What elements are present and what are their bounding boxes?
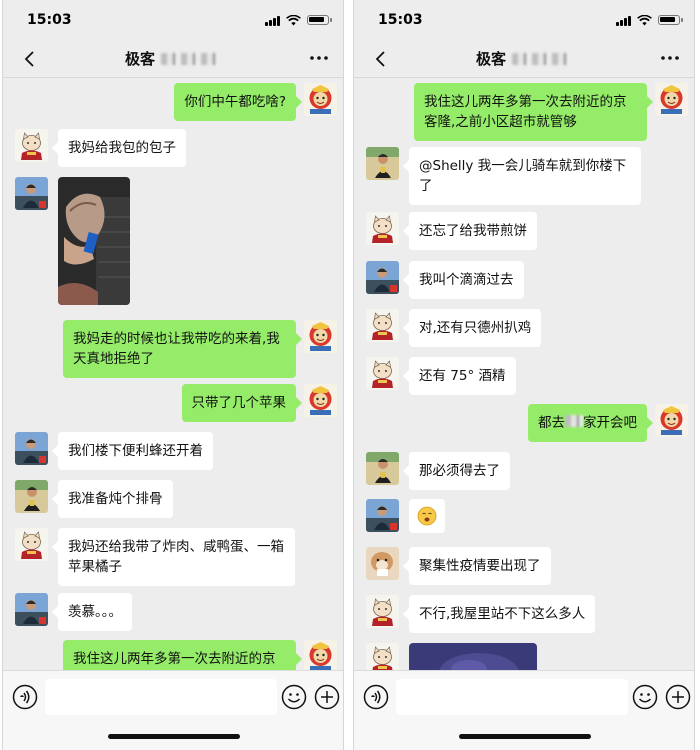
phone-screen-left: 15:03 极客 你们中午都吃啥? 我妈给我包的包子 我妈走的时候也让我带吃的来… <box>3 0 343 750</box>
message-text-start: 都去 <box>538 415 565 431</box>
wifi-icon <box>637 14 652 25</box>
message-bubble[interactable]: 都去 家开会吧 <box>528 404 653 442</box>
avatar[interactable] <box>366 595 399 628</box>
redacted-name <box>161 52 221 65</box>
avatar[interactable] <box>366 547 399 580</box>
chat-header: 极客 <box>3 40 343 78</box>
redacted-name <box>512 52 572 65</box>
wifi-icon <box>286 14 301 25</box>
chat-title: 极客 <box>125 48 221 69</box>
chat-header: 极客 <box>354 40 694 78</box>
avatar[interactable] <box>366 212 399 245</box>
message-bubble[interactable]: 羡慕。。。 <box>52 593 132 631</box>
status-bar: 15:03 <box>3 0 343 40</box>
chat-title: 极客 <box>476 48 572 69</box>
chat-title-text: 极客 <box>475 50 506 68</box>
avatar[interactable] <box>15 528 48 561</box>
avatar[interactable] <box>304 384 337 417</box>
plus-icon[interactable] <box>314 684 340 710</box>
image-message[interactable] <box>58 177 130 305</box>
redacted-name <box>565 415 583 427</box>
avatar[interactable] <box>366 261 399 294</box>
message-bubble[interactable]: 还有 75° 酒精 <box>403 357 516 395</box>
message-text-end: 家开会吧 <box>583 415 637 431</box>
avatar[interactable] <box>655 83 688 116</box>
message-bubble[interactable]: 我准备炖个排骨 <box>52 480 173 518</box>
chat-message-list[interactable]: 我住这儿两年多第一次去附近的京客隆,之前小区超市就管够 @Shelly 我一会儿… <box>354 78 694 670</box>
status-bar: 15:03 <box>354 0 694 40</box>
chat-input-bar <box>3 670 343 750</box>
emoji-icon[interactable] <box>632 684 658 710</box>
avatar[interactable] <box>366 309 399 342</box>
avatar[interactable] <box>304 320 337 353</box>
message-bubble[interactable]: 我住这儿两年多第一次去附近的京客隆,之前小区超市就管够 <box>63 640 302 670</box>
voice-icon[interactable] <box>363 684 389 710</box>
message-bubble[interactable]: 不行,我屋里站不下这么多人 <box>402 595 596 633</box>
status-time: 15:03 <box>27 12 72 28</box>
signal-icon <box>265 15 280 26</box>
phone-screen-right: 15:03 极客 我住这儿两年多第一次去附近的京客隆,之前小区超市就管够 @Sh… <box>354 0 694 750</box>
avatar[interactable] <box>366 499 399 532</box>
battery-icon <box>307 15 332 25</box>
avatar[interactable] <box>304 640 337 670</box>
plus-icon[interactable] <box>665 684 691 710</box>
message-bubble[interactable]: 我妈走的时候也让我带吃的来着,我天真地拒绝了 <box>63 320 302 378</box>
avatar[interactable] <box>366 357 399 390</box>
status-time: 15:03 <box>378 12 423 28</box>
voice-icon[interactable] <box>12 684 38 710</box>
message-bubble[interactable]: @Shelly 我一会儿骑车就到你楼下了 <box>403 147 641 205</box>
face-emoji-icon <box>417 506 437 526</box>
avatar[interactable] <box>15 432 48 465</box>
message-bubble[interactable]: 我叫个滴滴过去 <box>403 261 524 299</box>
avatar[interactable] <box>304 83 337 116</box>
message-bubble[interactable]: 聚集性疫情要出现了 <box>403 547 551 585</box>
home-indicator[interactable] <box>459 734 591 739</box>
message-bubble[interactable]: 还忘了给我带煎饼 <box>403 212 537 250</box>
emoji-message[interactable] <box>409 499 445 533</box>
more-dots-icon[interactable] <box>658 49 682 67</box>
avatar[interactable] <box>15 480 48 513</box>
chat-title-text: 极客 <box>124 50 155 68</box>
message-bubble[interactable]: 我妈还给我带了炸肉、咸鸭蛋、一箱苹果橘子 <box>52 528 295 586</box>
message-bubble[interactable]: 我妈给我包的包子 <box>52 129 186 167</box>
battery-icon <box>658 15 683 25</box>
message-bubble[interactable]: 只带了几个苹果 <box>181 384 302 422</box>
chevron-left-icon[interactable] <box>21 50 39 68</box>
avatar[interactable] <box>366 643 399 670</box>
chat-message-list[interactable]: 你们中午都吃啥? 我妈给我包的包子 我妈走的时候也让我带吃的来着,我天真地拒绝了… <box>3 78 343 670</box>
home-indicator[interactable] <box>108 734 240 739</box>
message-bubble[interactable]: 我们楼下便利蜂还开着 <box>52 432 213 470</box>
message-bubble[interactable]: 对,还有只德州扒鸡 <box>402 309 542 347</box>
message-bubble[interactable]: 你们中午都吃啥? <box>174 83 302 121</box>
message-input[interactable] <box>396 679 628 715</box>
signal-icon <box>616 15 631 26</box>
image-message[interactable] <box>409 643 537 670</box>
message-bubble[interactable]: 我住这儿两年多第一次去附近的京客隆,之前小区超市就管够 <box>414 83 653 141</box>
avatar[interactable] <box>15 593 48 626</box>
avatar[interactable] <box>366 147 399 180</box>
avatar[interactable] <box>366 452 399 485</box>
avatar[interactable] <box>15 129 48 162</box>
avatar[interactable] <box>15 177 48 210</box>
more-dots-icon[interactable] <box>307 49 331 67</box>
avatar[interactable] <box>655 404 688 437</box>
emoji-icon[interactable] <box>281 684 307 710</box>
message-bubble[interactable]: 那必须得去了 <box>403 452 510 490</box>
chat-input-bar <box>354 670 694 750</box>
chevron-left-icon[interactable] <box>372 50 390 68</box>
message-input[interactable] <box>45 679 277 715</box>
